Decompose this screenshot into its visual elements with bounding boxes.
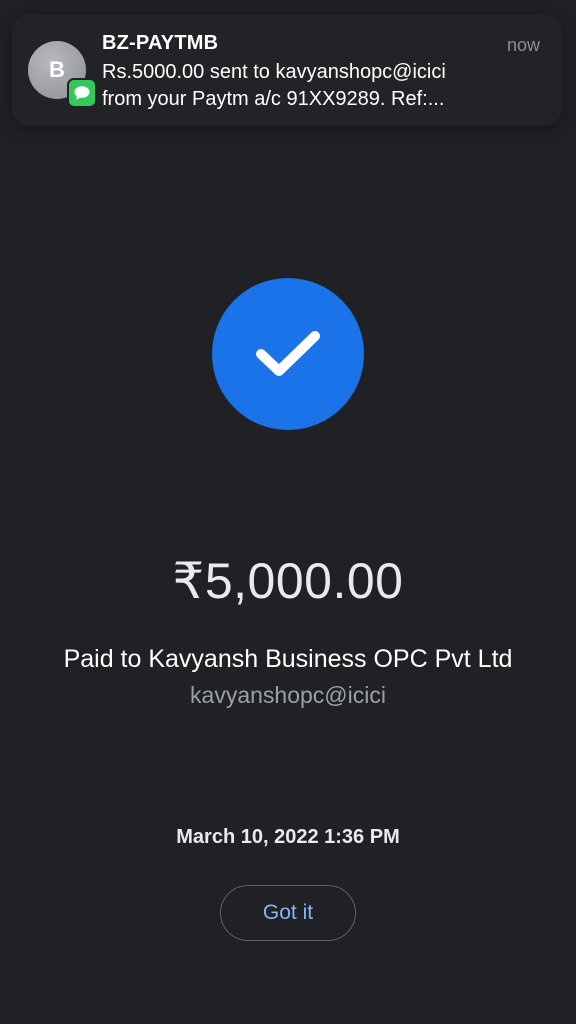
sms-notification-banner[interactable]: B BZ-PAYTMB now Rs.5000.00 sent to kavya…: [12, 14, 562, 126]
payee-upi-id: kavyanshopc@icici: [190, 682, 386, 708]
got-it-button[interactable]: Got it: [220, 885, 356, 941]
notification-sender: BZ-PAYTMB: [102, 32, 219, 54]
payment-success-badge: [212, 278, 364, 430]
messages-icon: [67, 78, 97, 108]
payment-datetime: March 10, 2022 1:36 PM: [176, 826, 400, 848]
notification-message: Rs.5000.00 sent to kavyanshopc@icici fro…: [102, 61, 446, 110]
payee-name: Paid to Kavyansh Business OPC Pvt Ltd: [63, 645, 513, 673]
checkmark-icon: [256, 331, 320, 376]
payment-amount: ₹5,000.00: [172, 553, 404, 609]
avatar-letter: B: [49, 57, 65, 82]
notification-time: now: [506, 35, 540, 55]
